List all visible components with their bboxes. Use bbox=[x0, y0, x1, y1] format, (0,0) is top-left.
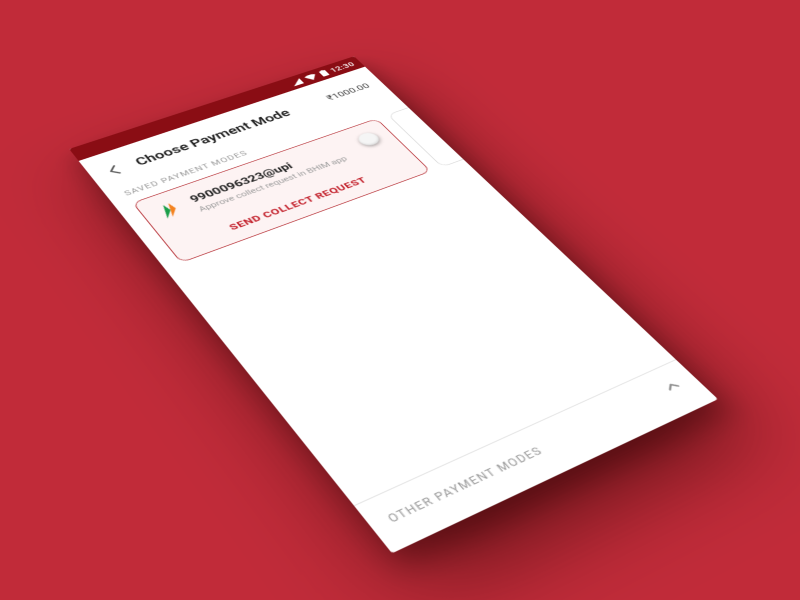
signal-icon bbox=[289, 78, 304, 86]
app-screen: 12:30 Choose Payment Mode ₹1000.00 SAVED… bbox=[69, 56, 718, 553]
amount-label: ₹1000.00 bbox=[324, 82, 372, 102]
select-radio[interactable] bbox=[355, 131, 383, 148]
back-button[interactable] bbox=[96, 158, 134, 182]
wifi-icon bbox=[303, 73, 318, 81]
battery-icon bbox=[318, 70, 329, 77]
bhim-upi-icon bbox=[154, 199, 188, 221]
chevron-up-icon bbox=[661, 378, 688, 397]
